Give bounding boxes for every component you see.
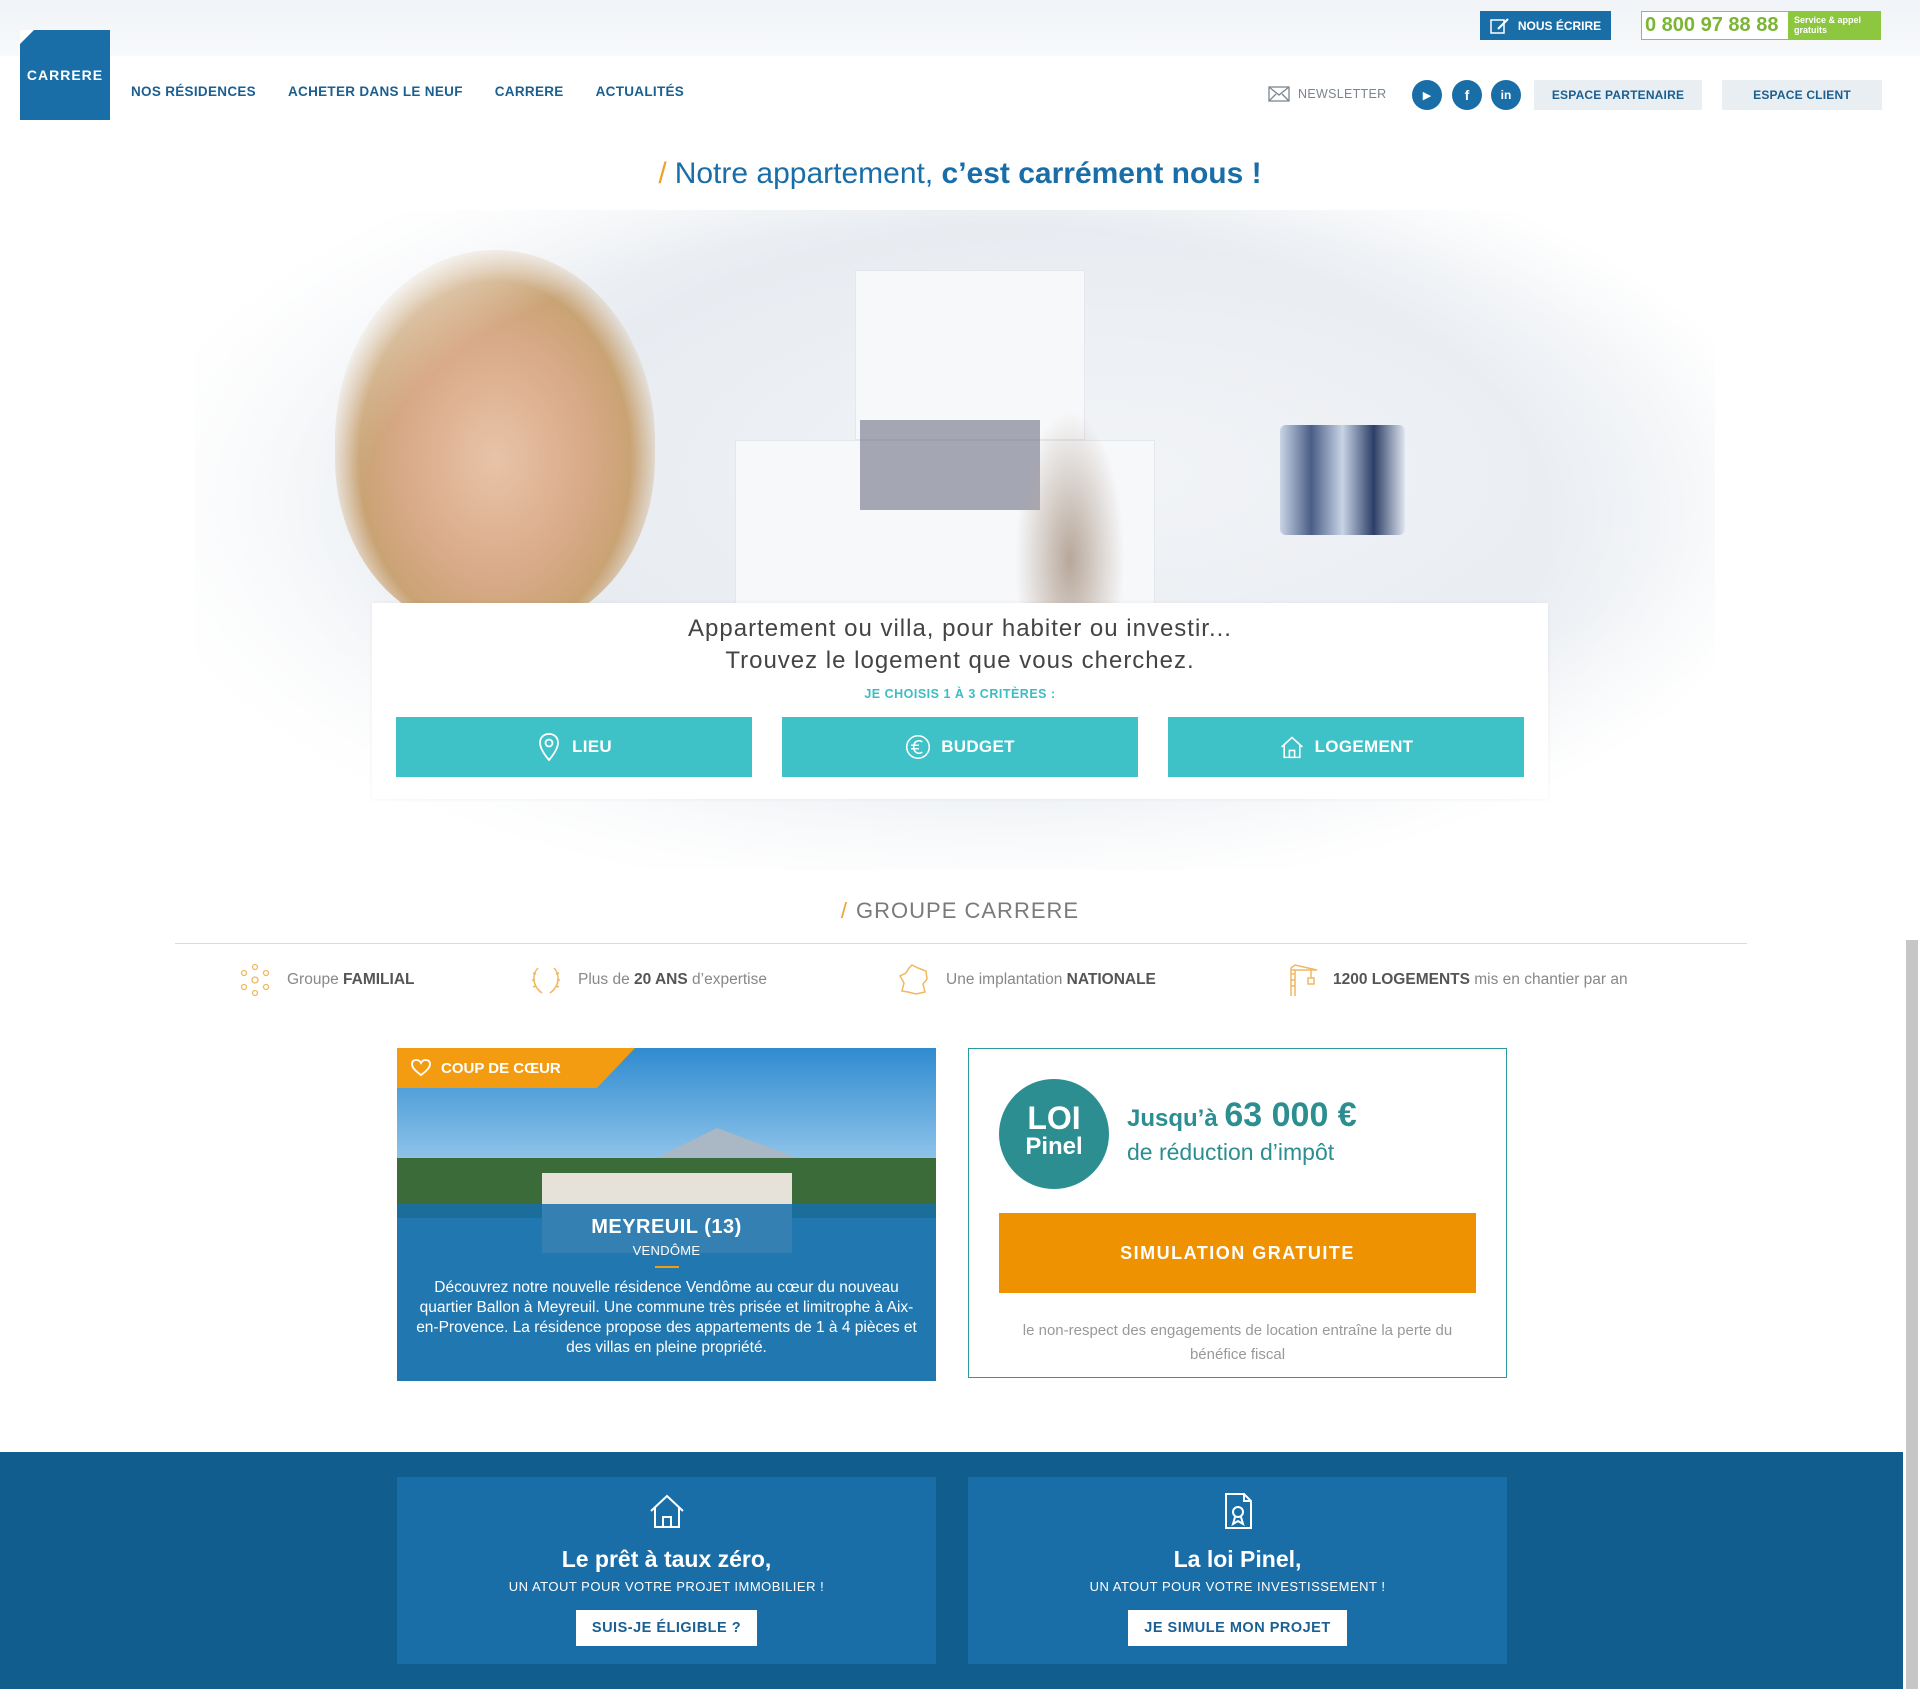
pinel-amount-line: Jusqu’à 63 000 € (1127, 1096, 1357, 1135)
search-line-1: Appartement ou villa, pour habiter ou in… (688, 615, 1232, 642)
search-line-2: Trouvez le logement que vous cherchez. (725, 647, 1195, 674)
linkedin-icon[interactable]: in (1491, 80, 1521, 110)
feature-4-post: mis en chantier par an (1469, 971, 1628, 988)
house-icon (1280, 736, 1303, 759)
youtube-glyph: ▶ (1422, 89, 1432, 102)
group-title: / GROUPE CARRERE (0, 898, 1920, 924)
newsletter-label: NEWSLETTER (1298, 87, 1387, 101)
search-panel: Appartement ou villa, pour habiter ou in… (372, 603, 1548, 799)
logo-text: CARRERE (26, 67, 104, 83)
scrollbar[interactable] (1906, 940, 1918, 1689)
write-us-label: NOUS ÉCRIRE (1517, 18, 1602, 33)
ptz-title: Le prêt à taux zéro, (561, 1546, 772, 1572)
lieu-button[interactable]: LIEU (396, 717, 752, 777)
france-map-icon (898, 964, 928, 995)
coup-de-coeur-card[interactable]: COUP DE CŒUR MEYREUIL (13) VENDÔME Décou… (397, 1048, 936, 1381)
feature-familial: Groupe FAMILIAL (237, 962, 414, 998)
carrere-logo[interactable]: CARRERE (20, 30, 110, 120)
top-bar: NOUS ÉCRIRE 0 800 97 88 88 Service & app… (0, 0, 1920, 56)
loi-badge-line2: Pinel (1025, 1133, 1083, 1160)
nav-acheter-neuf[interactable]: ACHETER DANS LE NEUF (288, 84, 463, 99)
house-icon (649, 1494, 684, 1528)
pinel-legal: le non-respect des engagements de locati… (1022, 1322, 1453, 1363)
card-description: Découvrez notre nouvelle résidence Vendô… (416, 1279, 917, 1356)
nav-nos-residences[interactable]: NOS RÉSIDENCES (131, 84, 256, 99)
feature-2-post: d’expertise (687, 971, 767, 988)
hero-title: / Notre appartement, c’est carrément nous… (0, 157, 1920, 191)
feature-4-bold: 1200 LOGEMENTS (1333, 971, 1470, 988)
feature-expertise: Plus de 20 ANS d’expertise (528, 962, 767, 998)
espace-client-label: ESPACE CLIENT (1753, 88, 1851, 102)
feature-2-pre: Plus de (578, 971, 635, 988)
group-slash: / (840, 898, 849, 923)
linkedin-glyph: in (1500, 88, 1512, 102)
facebook-icon[interactable]: f (1452, 80, 1482, 110)
pinel-promo-tagline: UN ATOUT POUR VOTRE INVESTISSEMENT ! (1089, 1579, 1386, 1594)
main-nav: NOS RÉSIDENCES ACHETER DANS LE NEUF CARR… (131, 84, 684, 99)
espace-partenaire-label: ESPACE PARTENAIRE (1551, 88, 1685, 102)
feature-1-bold: FAMILIAL (343, 971, 415, 988)
envelope-icon (1268, 86, 1290, 102)
loi-badge-line1: LOI (1027, 1100, 1081, 1136)
card-title: MEYREUIL (13) (591, 1216, 742, 1238)
title-slash: / (658, 157, 667, 190)
phone-note: Service & appel gratuits (1788, 12, 1880, 39)
budget-button[interactable]: BUDGET (782, 717, 1138, 777)
criteria-label: JE CHOISIS 1 À 3 CRITÈRES : (864, 687, 1056, 701)
espace-partenaire-button[interactable]: ESPACE PARTENAIRE (1534, 80, 1702, 110)
newsletter-link[interactable]: NEWSLETTER (1268, 86, 1386, 102)
pinel-reduction: de réduction d’impôt (1127, 1139, 1335, 1165)
laurel-icon (532, 967, 560, 994)
espace-client-button[interactable]: ESPACE CLIENT (1722, 80, 1882, 110)
pinel-box: LOI Pinel Jusqu’à 63 000 € de réduction … (968, 1048, 1507, 1378)
write-us-button[interactable]: NOUS ÉCRIRE (1480, 11, 1611, 40)
feature-logements: 1200 LOGEMENTS mis en chantier par an (1283, 962, 1628, 998)
divider (175, 943, 1747, 944)
coup-de-coeur-badge: COUP DE CŒUR (397, 1048, 635, 1088)
euro-icon (906, 734, 931, 760)
family-circle-icon (240, 963, 270, 997)
simulation-button[interactable]: SIMULATION GRATUITE (999, 1213, 1476, 1293)
phone-number: 0 800 97 88 88 (1645, 14, 1779, 36)
group-title-text: GROUPE CARRERE (856, 898, 1080, 923)
feature-1-pre: Groupe (287, 971, 344, 988)
location-pin-icon (539, 733, 559, 762)
feature-3-bold: NATIONALE (1066, 971, 1156, 988)
card-subtitle: VENDÔME (632, 1243, 701, 1258)
feature-nationale: Une implantation NATIONALE (896, 962, 1156, 998)
pinel-promo: La loi Pinel, UN ATOUT POUR VOTRE INVEST… (968, 1477, 1507, 1664)
hero-title-regular: Notre appartement, (674, 157, 942, 190)
logement-button[interactable]: LOGEMENT (1168, 717, 1524, 777)
ptz-tagline: UN ATOUT POUR VOTRE PROJET IMMOBILIER ! (508, 1579, 825, 1594)
loi-pinel-badge: LOI Pinel (999, 1079, 1109, 1189)
logement-label: LOGEMENT (1314, 737, 1414, 756)
card-separator (654, 1266, 679, 1268)
crane-icon (1290, 964, 1318, 996)
card-overlay: MEYREUIL (13) VENDÔME Découvrez notre no… (397, 1204, 936, 1381)
page: { "topbar": { "write_label": "NOUS ÉCRIR… (0, 0, 1920, 1689)
facebook-glyph: f (1464, 87, 1470, 103)
nav-carrere[interactable]: CARRERE (495, 84, 564, 99)
ptz-eligible-button[interactable]: SUIS-JE ÉLIGIBLE ? (575, 1610, 758, 1646)
pencil-icon (1490, 17, 1509, 34)
hero-title-bold: c’est carrément nous ! (941, 157, 1262, 190)
ptz-promo: Le prêt à taux zéro, UN ATOUT POUR VOTRE… (397, 1477, 936, 1664)
lieu-label: LIEU (572, 737, 612, 756)
simulate-project-button[interactable]: JE SIMULE MON PROJET (1128, 1610, 1347, 1646)
up-to-label: Jusqu’à (1127, 1105, 1225, 1132)
badge-label: COUP DE CŒUR (441, 1059, 561, 1077)
certificate-icon (1224, 1493, 1252, 1529)
bottom-section: Le prêt à taux zéro, UN ATOUT POUR VOTRE… (0, 1452, 1903, 1689)
budget-label: BUDGET (941, 737, 1015, 756)
pinel-amount: 63 000 € (1224, 1096, 1357, 1134)
heart-icon (411, 1059, 431, 1077)
feature-3-pre: Une implantation (946, 971, 1067, 988)
youtube-icon[interactable]: ▶ (1412, 80, 1442, 110)
feature-2-bold: 20 ANS (634, 971, 688, 988)
pinel-promo-title: La loi Pinel, (1173, 1546, 1302, 1572)
nav-actualites[interactable]: ACTUALITÉS (596, 84, 685, 99)
phone-banner[interactable]: 0 800 97 88 88 Service & appel gratuits (1641, 11, 1881, 40)
